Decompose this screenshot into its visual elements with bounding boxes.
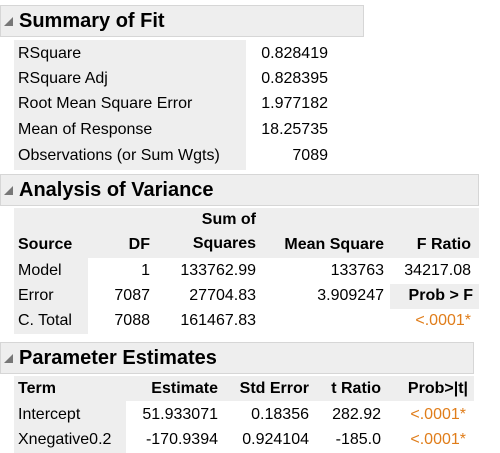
anova-title: Analysis of Variance bbox=[19, 179, 214, 201]
anova-ss-model: 133762.99 bbox=[180, 262, 256, 279]
pe-header-t-ratio: t Ratio bbox=[331, 380, 381, 397]
anova-source-error: Error bbox=[18, 287, 54, 304]
anova-source-model: Model bbox=[18, 262, 62, 279]
summary-label-mean-response: Mean of Response bbox=[18, 121, 153, 138]
summary-of-fit-header[interactable]: Summary of Fit bbox=[0, 5, 364, 37]
anova-source-c-total: C. Total bbox=[18, 312, 72, 329]
pe-header-prob-t: Prob>|t| bbox=[407, 380, 468, 397]
summary-of-fit-title: Summary of Fit bbox=[19, 10, 165, 32]
anova-prob-f-label: Prob > F bbox=[408, 287, 473, 304]
pe-std-error-xnegative: 0.924104 bbox=[242, 431, 309, 448]
pe-estimate-xnegative: -170.9394 bbox=[145, 431, 218, 448]
summary-label-rsquare-adj: RSquare Adj bbox=[18, 70, 108, 87]
summary-value-rsquare-adj: 0.828395 bbox=[261, 70, 328, 87]
summary-value-rsquare: 0.828419 bbox=[261, 45, 328, 62]
anova-df-error: 7087 bbox=[114, 287, 150, 304]
summary-value-observations: 7089 bbox=[292, 147, 328, 164]
disclosure-triangle-icon[interactable] bbox=[4, 17, 13, 26]
anova-header-df: DF bbox=[128, 236, 150, 253]
anova-ms-model: 133763 bbox=[330, 262, 384, 279]
anova-header-sum-of: Sum of bbox=[201, 211, 256, 228]
anova-header[interactable]: Analysis of Variance bbox=[0, 174, 479, 206]
pe-prob-xnegative: <.0001* bbox=[410, 431, 466, 448]
parameter-estimates-header[interactable]: Parameter Estimates bbox=[0, 342, 474, 374]
summary-label-rmse: Root Mean Square Error bbox=[18, 95, 193, 112]
pe-t-ratio-intercept: 282.92 bbox=[332, 406, 381, 423]
summary-value-mean-response: 18.25735 bbox=[261, 121, 328, 138]
pe-prob-intercept: <.0001* bbox=[410, 406, 466, 423]
anova-header-squares: Squares bbox=[192, 235, 256, 252]
pe-term-xnegative: Xnegative0.2 bbox=[18, 431, 112, 448]
summary-label-rsquare: RSquare bbox=[18, 45, 82, 62]
parameter-estimates-title: Parameter Estimates bbox=[19, 347, 217, 369]
anova-header-source: Source bbox=[18, 236, 73, 253]
anova-ss-error: 27704.83 bbox=[189, 287, 256, 304]
pe-estimate-intercept: 51.933071 bbox=[142, 406, 218, 423]
pe-t-ratio-xnegative: -185.0 bbox=[335, 431, 381, 448]
summary-value-rmse: 1.977182 bbox=[261, 95, 328, 112]
anova-f-ratio-value: 34217.08 bbox=[404, 262, 471, 279]
disclosure-triangle-icon[interactable] bbox=[4, 354, 13, 363]
pe-header-std-error: Std Error bbox=[239, 380, 309, 397]
pe-header-term: Term bbox=[18, 380, 56, 397]
pe-term-intercept: Intercept bbox=[18, 406, 81, 423]
anova-ms-error: 3.909247 bbox=[317, 287, 384, 304]
anova-header-sum-of-squares: Sum of Squares bbox=[152, 208, 256, 256]
anova-header-mean-square: Mean Square bbox=[284, 236, 384, 253]
pe-header-estimate: Estimate bbox=[151, 380, 218, 397]
disclosure-triangle-icon[interactable] bbox=[4, 186, 13, 195]
anova-df-model: 1 bbox=[141, 262, 150, 279]
anova-header-f-ratio: F Ratio bbox=[416, 236, 471, 253]
anova-df-c-total: 7088 bbox=[114, 312, 150, 329]
anova-ss-c-total: 161467.83 bbox=[180, 312, 256, 329]
anova-prob-f-value: <.0001* bbox=[415, 312, 471, 329]
pe-std-error-intercept: 0.18356 bbox=[251, 406, 309, 423]
summary-label-observations: Observations (or Sum Wgts) bbox=[18, 147, 220, 164]
